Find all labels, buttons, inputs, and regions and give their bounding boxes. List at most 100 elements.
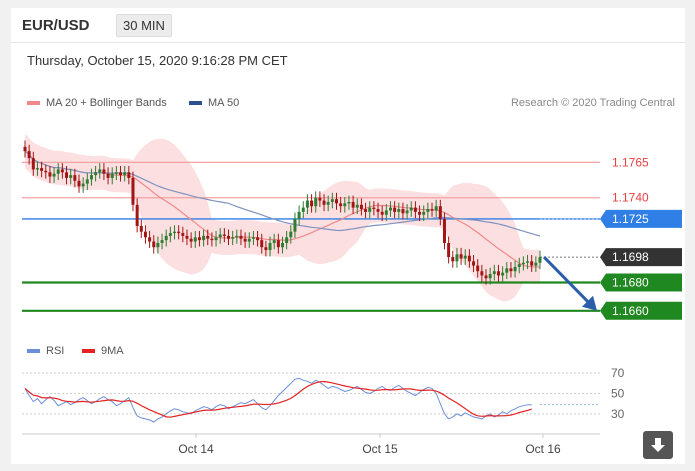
candle-body [480,271,484,276]
candle-body [339,203,343,207]
level-label-4: 1.1680 [612,276,649,290]
candle-body [73,175,77,181]
candle-body [272,240,276,243]
candle-body [538,257,542,263]
rsi-line [24,377,532,423]
price-chart: 1.1765 1.1740 1.1725 1.1698 1.1680 1.1660 70 50… [22,134,682,456]
candle-body [305,200,309,208]
candle-body [181,233,185,236]
candle-body [426,209,430,212]
candle-body [247,238,251,242]
rsi-tick-label: 70 [611,366,625,380]
candle-body [447,242,451,258]
candle-body [173,231,177,234]
candle-body [23,146,27,152]
candle-body [430,209,434,211]
candle-body [334,199,338,204]
x-tick-label: Oct 14 [178,442,214,456]
candle-body [409,207,413,211]
level-label-1: 1.1740 [612,191,649,205]
level-label-5: 1.1660 [612,304,649,318]
candle-body [488,274,492,279]
candle-body [347,201,351,204]
candle-body [322,200,326,205]
candle-body [455,254,459,262]
rsi-tick-label: 30 [611,407,625,421]
candle-body [85,179,89,184]
candle-body [484,275,488,279]
candle-body [256,237,260,241]
candle-body [388,207,392,211]
candle-body [368,207,372,212]
candle-body [119,172,123,176]
candle-body [301,207,305,212]
candle-body [27,151,31,159]
candle-body [268,242,272,251]
candle-body [110,173,114,178]
candle-body [31,158,35,170]
candle-body [285,237,289,243]
candle-body [534,262,538,266]
candle-body [318,197,322,201]
candle-body [472,261,476,266]
x-tick-label: Oct 16 [525,442,561,456]
download-button[interactable] [643,431,673,459]
candle-body [222,234,226,236]
candle-body [135,204,139,226]
candle-body [314,197,318,207]
candle-body [359,204,363,210]
download-arrow-icon [651,438,665,452]
candle-body [405,210,409,214]
candle-body [310,200,314,207]
candle-body [376,209,380,212]
candle-body [202,235,206,241]
candle-body [156,242,160,248]
candle-body [235,235,239,238]
candle-body [521,262,525,265]
candle-body [260,240,264,248]
candle-body [98,169,102,173]
candle-body [264,247,268,251]
candle-body [372,207,376,210]
candle-body [227,235,231,239]
candle-body [505,268,509,273]
candle-body [40,168,44,171]
candle-body [35,168,39,170]
candle-body [218,234,222,238]
level-label-0: 1.1765 [612,155,649,169]
candle-body [193,237,197,242]
candle-body [530,261,534,266]
candle-body [69,175,73,178]
candle-body [123,172,127,176]
candle-body [239,235,243,239]
candle-body [114,172,118,174]
candle-body [343,203,347,207]
candle-body [81,183,85,187]
candle-body [106,173,110,178]
candle-body [52,173,56,177]
candle-body [351,201,355,208]
candle-body [364,209,368,212]
candle-body [177,231,181,234]
bollinger-band-area [25,134,540,302]
candle-body [185,235,189,239]
candle-body [434,206,438,211]
candle-body [509,268,513,272]
candle-body [281,242,284,248]
candle-body [148,237,152,242]
candle-body [330,199,334,202]
candle-body [127,172,131,178]
candle-body [451,257,455,262]
candle-body [60,169,64,173]
candle-body [44,170,48,173]
candle-body [418,211,422,215]
candle-body [293,218,297,232]
candle-body [89,175,93,180]
candle-body [77,180,81,187]
level-label-2: 1.1725 [612,212,649,226]
candle-body [526,261,530,263]
candle-body [65,172,69,178]
candle-body [463,255,467,259]
candle-body [214,237,218,241]
rsi-tick-label: 50 [611,387,625,401]
